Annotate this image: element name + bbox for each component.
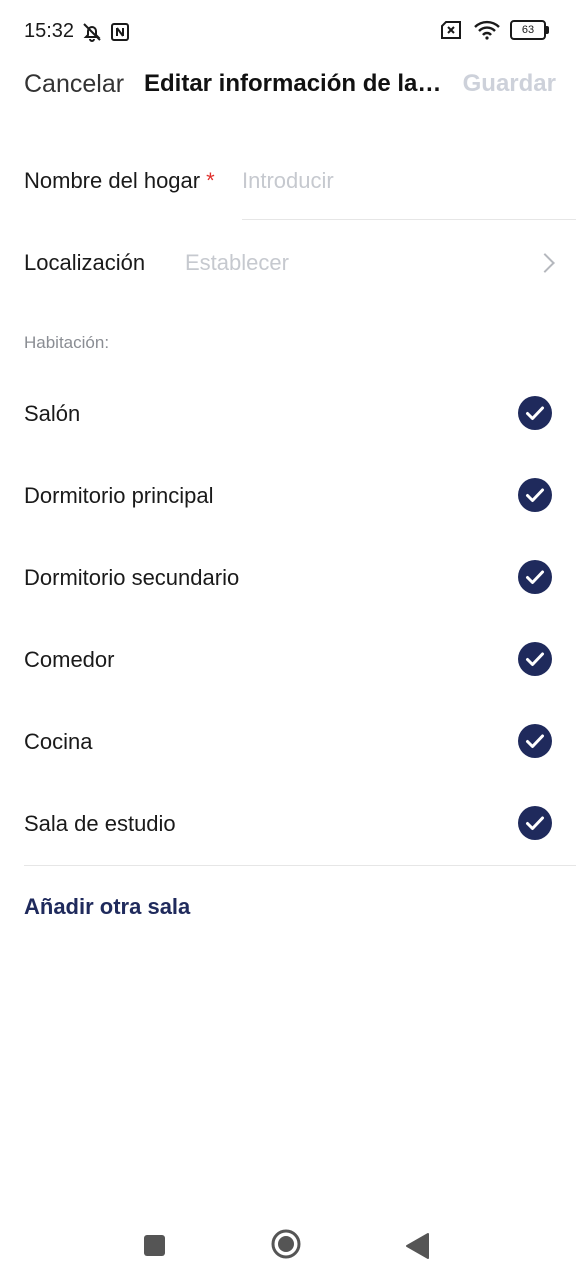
room-name: Dormitorio secundario xyxy=(24,565,240,590)
cancel-button[interactable]: Cancelar xyxy=(24,70,124,99)
room-item-dormitorio-secundario[interactable]: Dormitorio secundario xyxy=(0,536,576,618)
home-name-label: Nombre del hogar * xyxy=(24,168,215,194)
home-name-row: Nombre del hogar * xyxy=(0,150,576,220)
room-name: Sala de estudio xyxy=(24,811,176,836)
room-name: Cocina xyxy=(24,729,93,754)
room-item-cocina[interactable]: Cocina xyxy=(0,700,576,782)
home-name-label-text: Nombre del hogar xyxy=(24,168,201,193)
recent-apps-icon[interactable] xyxy=(144,1235,165,1256)
required-asterisk: * xyxy=(206,168,215,193)
nfc-icon xyxy=(111,23,129,41)
room-item-sala-de-estudio[interactable]: Sala de estudio xyxy=(0,782,576,864)
location-value: Establecer xyxy=(185,250,289,275)
wifi-icon xyxy=(474,20,500,40)
check-circle-icon[interactable] xyxy=(518,560,552,594)
room-name: Comedor xyxy=(24,647,115,672)
status-left-icons xyxy=(80,20,130,44)
page-title: Editar información de la… xyxy=(144,70,442,97)
status-time: 15:32 xyxy=(24,20,75,42)
add-room-button[interactable]: Añadir otra sala xyxy=(24,894,190,920)
status-right-icons: 63 xyxy=(440,20,549,40)
room-name: Dormitorio principal xyxy=(24,483,214,508)
location-label: Localización xyxy=(24,250,146,275)
home-icon[interactable] xyxy=(271,1229,301,1259)
battery-icon: 63 xyxy=(510,20,549,40)
room-item-dormitorio-principal[interactable]: Dormitorio principal xyxy=(0,454,576,536)
check-circle-icon[interactable] xyxy=(518,642,552,676)
status-bar: 15:32 63 xyxy=(0,0,576,64)
bell-off-icon xyxy=(83,23,101,42)
check-circle-icon[interactable] xyxy=(518,806,552,840)
back-icon[interactable] xyxy=(404,1232,430,1260)
sim-off-icon xyxy=(441,21,461,39)
location-row[interactable]: Localización Establecer xyxy=(0,232,576,294)
room-list: Salón Dormitorio principal Dormitorio se… xyxy=(0,372,576,864)
chevron-right-icon xyxy=(535,253,555,273)
check-circle-icon[interactable] xyxy=(518,396,552,430)
check-circle-icon[interactable] xyxy=(518,724,552,758)
rooms-section-label: Habitación: xyxy=(24,333,110,352)
room-item-comedor[interactable]: Comedor xyxy=(0,618,576,700)
system-nav-bar xyxy=(0,1210,576,1280)
room-item-salon[interactable]: Salón xyxy=(0,372,576,454)
header-bar: Cancelar Editar información de la… Guard… xyxy=(0,60,576,108)
rooms-divider xyxy=(24,865,576,866)
home-name-input[interactable] xyxy=(242,166,552,196)
check-circle-icon[interactable] xyxy=(518,478,552,512)
home-name-divider xyxy=(242,219,576,220)
room-name: Salón xyxy=(24,401,81,426)
save-button[interactable]: Guardar xyxy=(463,70,556,98)
